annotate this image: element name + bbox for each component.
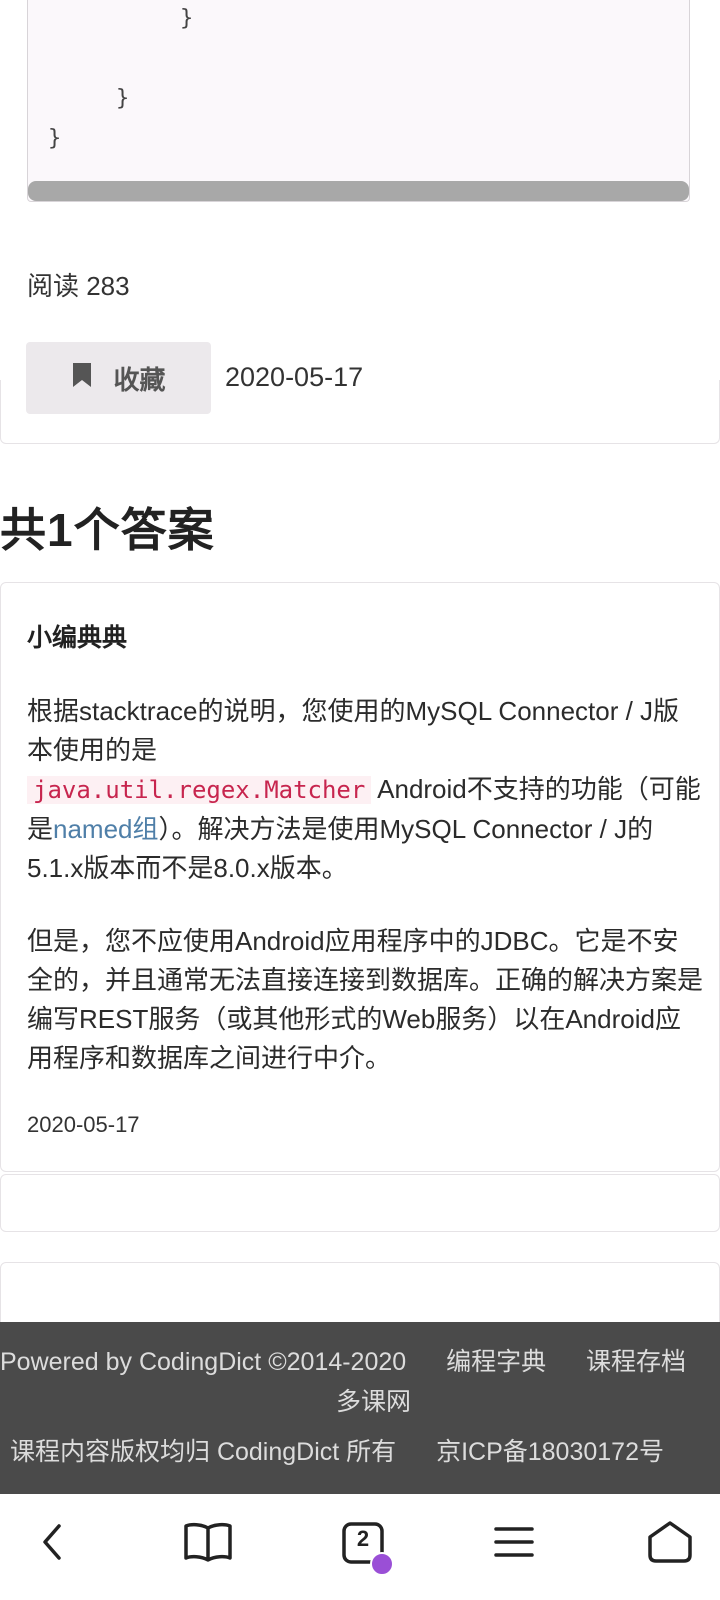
code-block: } } }	[27, 0, 690, 202]
tabs-button[interactable]: 2	[334, 1514, 394, 1576]
tabs-icon: 2	[340, 1520, 394, 1576]
chevron-left-icon	[37, 1522, 67, 1567]
answer-paragraph-2: 但是，您不应使用Android应用程序中的JDBC。它是不安全的，并且通常无法直…	[27, 926, 704, 1073]
back-button[interactable]	[22, 1514, 82, 1574]
powered-by: Powered by CodingDict ©2014-2020	[0, 1348, 407, 1376]
site-footer: Powered by CodingDict ©2014-2020 编程字典 课程…	[0, 1322, 720, 1494]
footer-link-course-archive[interactable]: 课程存档	[586, 1348, 686, 1376]
code-horizontal-scrollbar[interactable]	[28, 181, 689, 201]
answers-title: 共1个答案	[0, 504, 215, 556]
answer-date: 2020-05-17	[27, 1112, 140, 1137]
named-group-link[interactable]: named组	[53, 814, 159, 844]
code-line: }	[116, 86, 130, 111]
read-count: 阅读 283	[27, 271, 130, 301]
tab-count: 2	[356, 1526, 370, 1551]
answer-paragraph-1: 根据stacktrace的说明，您使用的MySQL Connector / J版…	[27, 692, 703, 888]
answer-text: 根据stacktrace的说明，您使用的MySQL Connector / J版…	[27, 696, 680, 765]
browser-bottom-nav: 2	[0, 1494, 720, 1600]
menu-button[interactable]	[484, 1514, 544, 1574]
home-button[interactable]	[640, 1514, 700, 1574]
code-line: }	[48, 126, 62, 151]
footer-copyright: 课程内容版权均归 CodingDict 所有	[10, 1438, 397, 1466]
book-icon	[183, 1520, 233, 1569]
footer-link-bianchengzidian[interactable]: 编程字典	[446, 1348, 546, 1376]
footer-link-duokewang[interactable]: 多课网	[336, 1388, 411, 1416]
bookmarks-button[interactable]	[178, 1514, 238, 1574]
footer-icp-link[interactable]: 京ICP备18030172号	[436, 1438, 664, 1466]
answer-author: 小编典典	[27, 624, 128, 652]
question-card-edge	[0, 380, 720, 444]
code-line: }	[180, 6, 194, 31]
inline-code: java.util.regex.Matcher	[27, 776, 372, 804]
hamburger-icon	[492, 1524, 536, 1565]
incognito-badge-icon	[370, 1552, 394, 1576]
home-icon	[646, 1519, 694, 1570]
empty-card	[0, 1174, 720, 1232]
